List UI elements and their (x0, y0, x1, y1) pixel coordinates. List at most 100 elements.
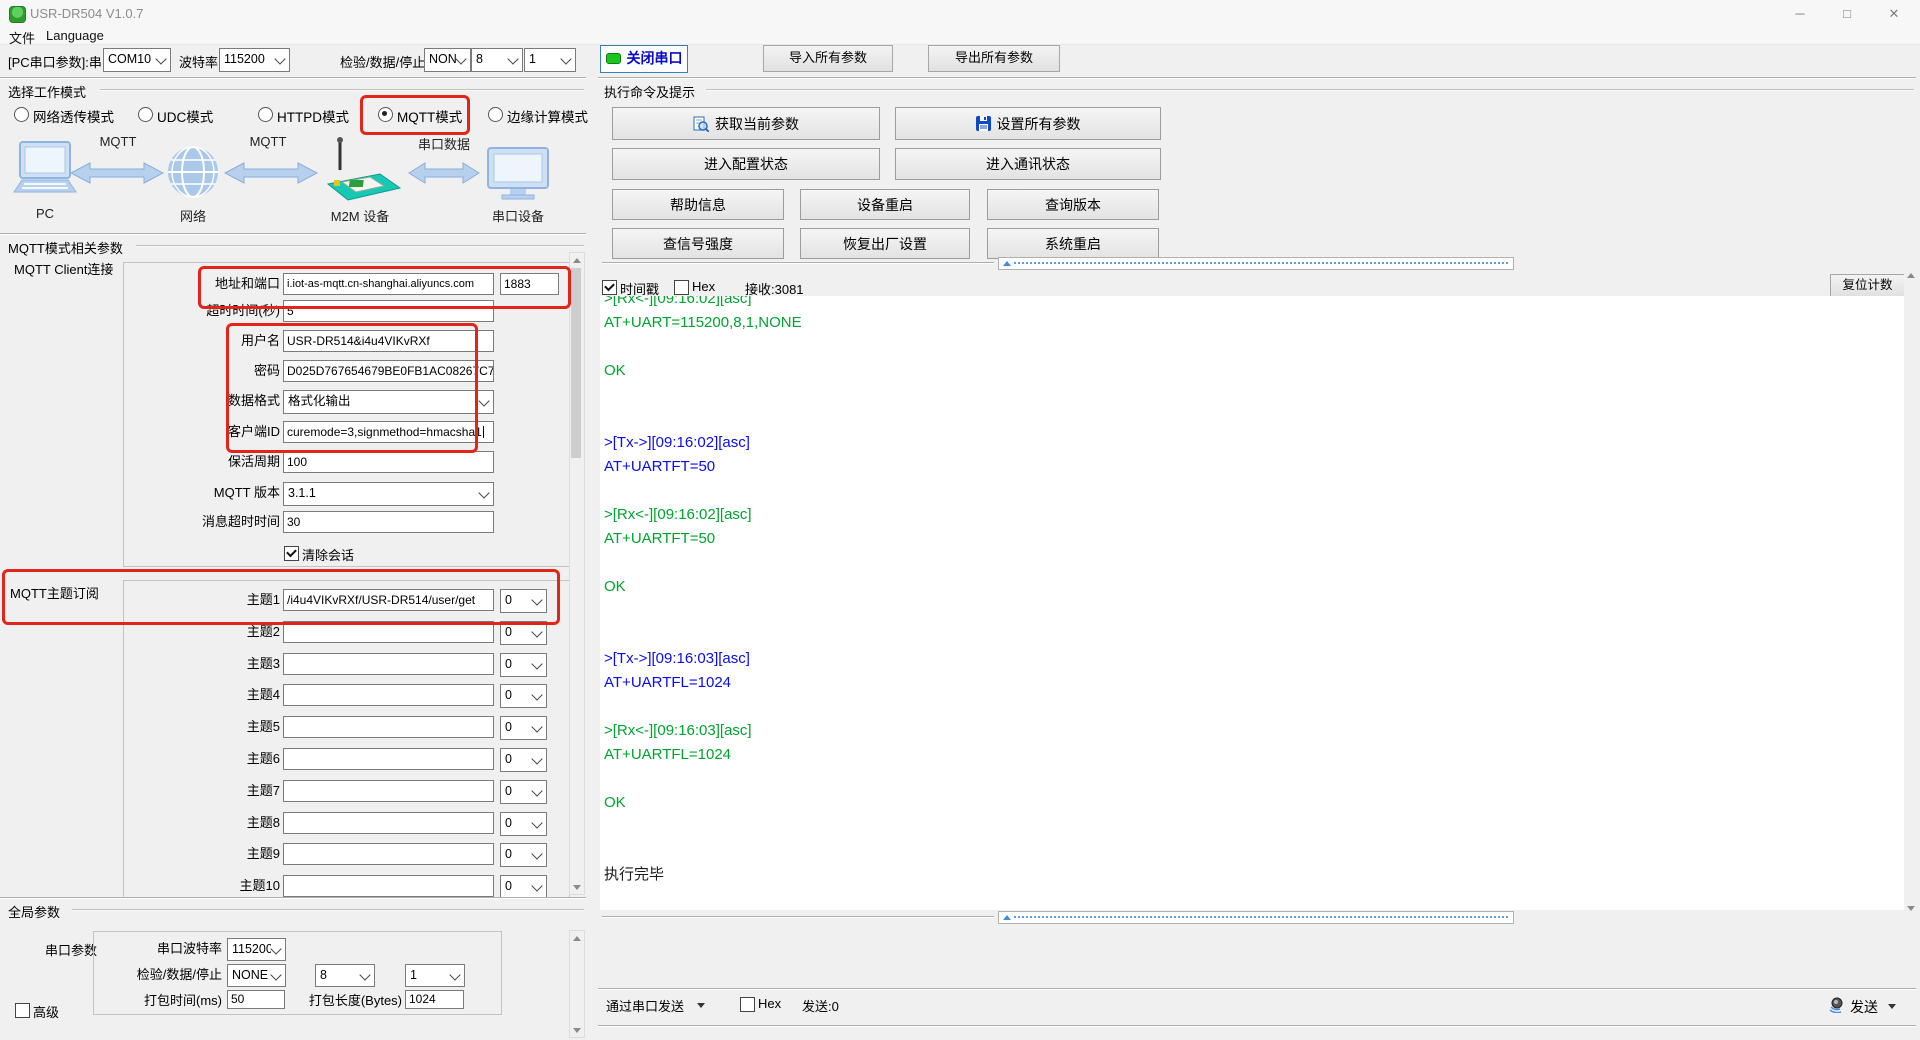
scroll-up-icon[interactable] (570, 253, 584, 266)
baud-select[interactable]: 115200 (219, 48, 290, 72)
scroll-down-icon[interactable] (570, 1024, 584, 1037)
topic-input[interactable]: /i4u4VIKvRXf/USR-DR514/user/get (283, 589, 494, 611)
keepalive-input[interactable]: 100 (283, 451, 494, 473)
params-scrollbar[interactable] (569, 252, 585, 895)
maximize-button[interactable]: □ (1824, 0, 1870, 27)
tx-hex-checkbox[interactable] (740, 997, 755, 1012)
log-vscrollbar[interactable] (1904, 268, 1918, 915)
global-databits-select[interactable]: 8 (315, 964, 375, 987)
topic-input[interactable] (283, 843, 494, 865)
topic-label: 主题1 (246, 592, 280, 607)
import-params-button[interactable]: 导入所有参数 (763, 45, 893, 72)
topic-qos-select[interactable]: 0 (500, 812, 547, 836)
topic-qos-select[interactable]: 0 (500, 748, 547, 772)
device-restart-button[interactable]: 设备重启 (800, 189, 970, 220)
minimize-button[interactable]: ─ (1777, 0, 1823, 27)
close-serial-button[interactable]: 关闭串口 (600, 45, 688, 73)
chevron-down-icon (531, 689, 543, 701)
menu-language[interactable]: Language (46, 28, 104, 43)
send-count: 发送:0 (802, 999, 839, 1014)
command-panel-caption: 执行命令及提示 (604, 85, 696, 100)
topic-input[interactable] (283, 716, 494, 738)
address-input[interactable]: i.iot-as-mqtt.cn-shanghai.aliyuncs.com (283, 273, 494, 295)
topic-qos-select[interactable]: 0 (500, 684, 547, 708)
scroll-down-icon[interactable] (1904, 902, 1918, 915)
export-params-button[interactable]: 导出所有参数 (928, 45, 1060, 72)
topic-input[interactable] (283, 812, 494, 834)
reset-counter-button[interactable]: 复位计数 (1830, 274, 1905, 297)
scrollbar-thumb[interactable] (571, 268, 581, 458)
set-params-button[interactable]: 设置所有参数 (895, 107, 1161, 140)
query-version-button[interactable]: 查询版本 (987, 189, 1159, 220)
radio-transparent-mode[interactable] (14, 107, 29, 122)
topic-qos-select[interactable]: 0 (500, 780, 547, 804)
global-stopbits-select[interactable]: 1 (405, 964, 465, 987)
clear-session-checkbox[interactable] (284, 546, 299, 561)
password-input[interactable]: D025D767654679BE0FB1AC08267C7 (283, 360, 494, 382)
radio-edge-mode[interactable] (488, 107, 503, 122)
mqtt-version-select[interactable]: 3.1.1 (283, 482, 494, 506)
rx-hex-checkbox[interactable] (674, 280, 689, 295)
port-input[interactable]: 1883 (500, 273, 559, 295)
advanced-checkbox[interactable] (15, 1003, 30, 1018)
chevron-down-icon[interactable] (1888, 1004, 1896, 1009)
topic-input[interactable] (283, 684, 494, 706)
topic-input[interactable] (283, 748, 494, 770)
pack-time-input[interactable]: 50 (227, 990, 285, 1009)
global-baud-select[interactable]: 115200 (227, 938, 286, 961)
topic-label: 主题10 (239, 878, 280, 893)
radio-mqtt-mode[interactable] (378, 107, 393, 122)
topic-qos-select[interactable]: 0 (500, 621, 547, 645)
username-input[interactable]: USR-DR514&i4u4VIKvRXf (283, 330, 494, 352)
topic-qos-select[interactable]: 0 (500, 716, 547, 740)
chevron-down-icon (270, 968, 282, 981)
msg-timeout-input[interactable]: 30 (283, 511, 494, 533)
send-button[interactable]: 发送 (1850, 997, 1878, 1017)
global-parity-select[interactable]: NONE (227, 964, 286, 987)
topic-qos-select[interactable]: 0 (500, 843, 547, 867)
help-button[interactable]: 帮助信息 (612, 189, 784, 220)
scroll-up-icon[interactable] (1904, 268, 1918, 281)
query-signal-button[interactable]: 查信号强度 (612, 228, 784, 259)
close-button[interactable]: ✕ (1871, 0, 1917, 27)
radio-httpd-mode[interactable] (258, 107, 273, 122)
parity-select[interactable]: NONI (424, 48, 471, 72)
global-scrollbar[interactable] (569, 930, 585, 1038)
enter-config-button[interactable]: 进入配置状态 (612, 148, 880, 180)
timeout-input[interactable]: 5 (283, 300, 494, 322)
factory-reset-button[interactable]: 恢复出厂设置 (800, 228, 970, 259)
topic-input[interactable] (283, 653, 494, 675)
divider (598, 988, 1916, 990)
send-via-dropdown[interactable]: 通过串口发送 (606, 996, 684, 1015)
chevron-down-icon[interactable] (697, 1003, 705, 1008)
enter-comm-button[interactable]: 进入通讯状态 (895, 148, 1161, 180)
scroll-up-icon[interactable] (570, 931, 584, 944)
radio-udc-mode[interactable] (138, 107, 153, 122)
stopbits-select[interactable]: 1 (524, 48, 576, 72)
topic-qos-select[interactable]: 0 (500, 875, 547, 899)
topic-input[interactable] (283, 780, 494, 802)
data-format-select[interactable]: 格式化输出 (283, 390, 494, 414)
databits-select[interactable]: 8 (471, 48, 523, 72)
topic-label: 主题4 (246, 687, 280, 702)
timestamp-checkbox[interactable] (602, 280, 617, 295)
topic-qos-select[interactable]: 0 (500, 589, 547, 613)
log-hscrollbar-top[interactable] (998, 257, 1514, 270)
log-line: >[Rx<-][09:16:02][asc] (604, 296, 752, 307)
topic-input[interactable] (283, 621, 494, 643)
log-area[interactable]: >[Rx<-][09:16:02][asc] AT+UART=115200,8,1… (600, 296, 1904, 910)
topic-qos-select[interactable]: 0 (500, 653, 547, 677)
chevron-down-icon (478, 487, 490, 499)
system-restart-button[interactable]: 系统重启 (987, 228, 1159, 259)
com-port-select[interactable]: COM10 (103, 48, 171, 72)
get-params-button[interactable]: 获取当前参数 (612, 107, 880, 140)
log-line: >[Rx<-][09:16:02][asc] (604, 506, 752, 523)
section-divider (598, 77, 1916, 79)
scroll-down-icon[interactable] (570, 881, 584, 894)
log-hscrollbar-bottom[interactable] (998, 911, 1514, 924)
client-id-input[interactable]: curemode=3,signmethod=hmacsha1 (283, 421, 494, 443)
pack-len-input[interactable]: 1024 (405, 990, 464, 1009)
topic-input[interactable] (283, 875, 494, 897)
